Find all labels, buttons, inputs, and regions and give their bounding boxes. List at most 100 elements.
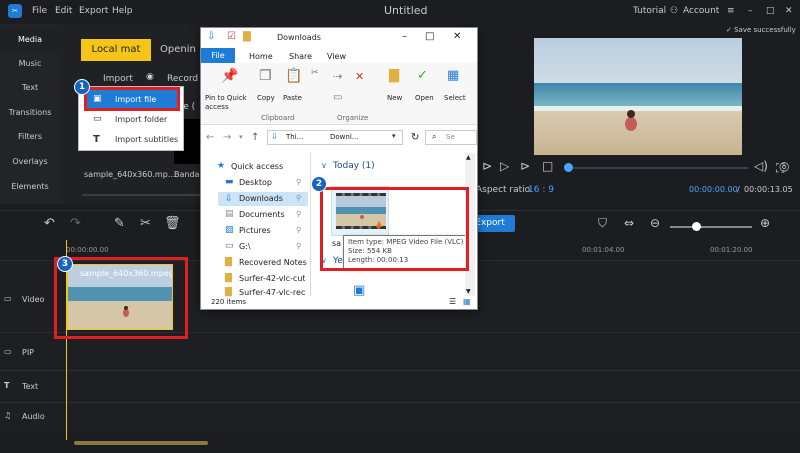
- nav-elements[interactable]: Elements: [0, 175, 60, 199]
- import-subtitles-item[interactable]: Import subtitles: [115, 135, 178, 144]
- select-icon[interactable]: ▦: [447, 68, 459, 83]
- tab-share[interactable]: Share: [289, 52, 312, 61]
- zoom-out-icon[interactable]: ⊖: [650, 216, 660, 230]
- refresh-icon[interactable]: ↻: [411, 132, 419, 143]
- address-bar[interactable]: ⇩ Thi... Downl... ▾: [267, 130, 403, 145]
- maximize-icon[interactable]: □: [766, 0, 775, 22]
- tab-local-media[interactable]: Local mat: [81, 39, 151, 61]
- new-button[interactable]: New: [387, 94, 402, 102]
- redo-icon[interactable]: ↷: [70, 216, 81, 231]
- undo-icon[interactable]: ↶: [44, 216, 55, 231]
- paste-button[interactable]: Paste: [283, 94, 302, 102]
- sidebar-desktop[interactable]: Desktop: [239, 178, 272, 187]
- delete-icon[interactable]: 🗑: [164, 216, 181, 231]
- nav-music[interactable]: Music: [0, 52, 60, 76]
- step-badge-1: 1: [74, 79, 90, 95]
- sidebar-g-drive[interactable]: G:\: [239, 242, 251, 251]
- preview-slider[interactable]: [568, 167, 748, 169]
- save-status-text: Save successfully: [734, 26, 796, 34]
- sidebar-surfer-42[interactable]: Surfer-42-vlc-cut-v: [239, 274, 305, 283]
- audio-track-label: Audio: [22, 412, 45, 421]
- move-icon[interactable]: ⇢: [333, 70, 342, 83]
- aspect-ratio-value[interactable]: 16 : 9: [528, 185, 554, 195]
- marker-icon[interactable]: ⛉: [598, 216, 607, 231]
- menu-export[interactable]: Export: [79, 0, 108, 22]
- sidebar-downloads[interactable]: Downloads: [239, 194, 283, 203]
- open-button[interactable]: Open: [415, 94, 434, 102]
- group-chevron-icon[interactable]: ∨: [321, 161, 327, 170]
- sidebar-recovered-notes[interactable]: Recovered Notes: [239, 258, 307, 267]
- up-icon[interactable]: ↑: [251, 132, 259, 143]
- explorer-maximize-icon[interactable]: □: [425, 31, 434, 42]
- back-icon[interactable]: ←: [206, 132, 214, 143]
- play-icon[interactable]: ▷: [500, 159, 509, 173]
- nav-filters[interactable]: Filters: [0, 125, 60, 149]
- tutorial-link[interactable]: Tutorial: [633, 0, 666, 22]
- snapshot-icon[interactable]: ◎: [779, 159, 789, 173]
- sidebar-surfer-47[interactable]: Surfer-47-vlc-rect: [239, 288, 305, 296]
- highlight-import-file: [84, 87, 180, 111]
- account-link[interactable]: Account: [683, 0, 719, 22]
- cut-icon[interactable]: ✂: [311, 68, 319, 78]
- new-folder-icon[interactable]: ▇: [389, 68, 399, 83]
- nav-transitions[interactable]: Transitions: [0, 101, 60, 125]
- sidebar-quick-access[interactable]: Quick access: [231, 162, 283, 171]
- sidebar-documents[interactable]: Documents: [239, 210, 285, 219]
- large-icons-view-icon[interactable]: ▦: [463, 297, 471, 306]
- step-forward-icon[interactable]: ⊳: [520, 159, 530, 173]
- explorer-title: Downloads: [277, 33, 321, 42]
- address-thi[interactable]: Thi...: [286, 133, 303, 141]
- nav-text[interactable]: Text: [0, 76, 60, 100]
- import-label[interactable]: Import: [103, 74, 133, 84]
- cut-icon[interactable]: ✂: [140, 216, 151, 231]
- scroll-indicator[interactable]: [82, 194, 202, 196]
- file-item-2-icon[interactable]: ▣: [353, 283, 365, 298]
- pin-quick-access[interactable]: Pin to Quick access: [205, 94, 257, 112]
- checkbox-icon: ☑: [227, 31, 236, 42]
- play-back-icon[interactable]: ⊳: [482, 159, 492, 173]
- timeline-scrollbar[interactable]: [74, 441, 208, 445]
- menu-edit[interactable]: Edit: [55, 0, 72, 22]
- import-folder-item[interactable]: Import folder: [115, 115, 167, 124]
- tab-view[interactable]: View: [327, 52, 346, 61]
- address-downl[interactable]: Downl...: [330, 133, 358, 141]
- nav-media[interactable]: Media: [0, 28, 60, 52]
- select-button[interactable]: Select: [444, 94, 466, 102]
- zoom-slider[interactable]: [670, 226, 752, 228]
- copy-button[interactable]: Copy: [257, 94, 275, 102]
- delete-x-icon[interactable]: ✕: [355, 70, 364, 83]
- split-icon[interactable]: ⇔: [624, 216, 634, 230]
- stop-icon[interactable]: □: [542, 159, 553, 173]
- preview-slider-thumb[interactable]: [564, 163, 573, 172]
- menu-icon[interactable]: ≡: [727, 0, 735, 22]
- forward-icon[interactable]: →: [223, 132, 231, 143]
- minimize-icon[interactable]: –: [748, 0, 753, 22]
- sidebar-pictures[interactable]: Pictures: [239, 226, 271, 235]
- address-dropdown-icon[interactable]: ▾: [392, 132, 396, 140]
- scroll-up-icon[interactable]: ▲: [466, 154, 471, 161]
- paste-icon[interactable]: 📋: [285, 68, 302, 84]
- scroll-down-icon[interactable]: ▼: [466, 288, 471, 295]
- open-icon[interactable]: ✓: [417, 68, 428, 83]
- menu-help[interactable]: Help: [112, 0, 133, 22]
- rename-icon[interactable]: ▭: [333, 92, 342, 103]
- tab-home[interactable]: Home: [249, 52, 273, 61]
- zoom-slider-thumb[interactable]: [692, 222, 701, 231]
- pin-icon[interactable]: 📌: [221, 68, 238, 84]
- record-label[interactable]: Record: [167, 74, 198, 84]
- nav-overlays[interactable]: Overlays: [0, 150, 60, 174]
- search-box[interactable]: ⌕ Se: [425, 130, 477, 145]
- explorer-close-icon[interactable]: ✕: [453, 31, 461, 42]
- volume-icon[interactable]: ◁): [754, 159, 768, 173]
- downloads-icon: ⇩: [225, 194, 233, 204]
- menu-file[interactable]: File: [32, 0, 47, 22]
- zoom-in-icon[interactable]: ⊕: [760, 216, 770, 230]
- tab-file[interactable]: File: [201, 48, 235, 63]
- recent-dropdown-icon[interactable]: ▾: [239, 133, 243, 141]
- close-icon[interactable]: ✕: [785, 0, 793, 22]
- details-view-icon[interactable]: ☰: [449, 297, 456, 306]
- copy-icon[interactable]: ❐: [259, 68, 272, 84]
- record-icon[interactable]: ◉: [146, 72, 154, 82]
- explorer-minimize-icon[interactable]: –: [402, 31, 407, 42]
- pencil-icon[interactable]: ✎: [114, 216, 125, 231]
